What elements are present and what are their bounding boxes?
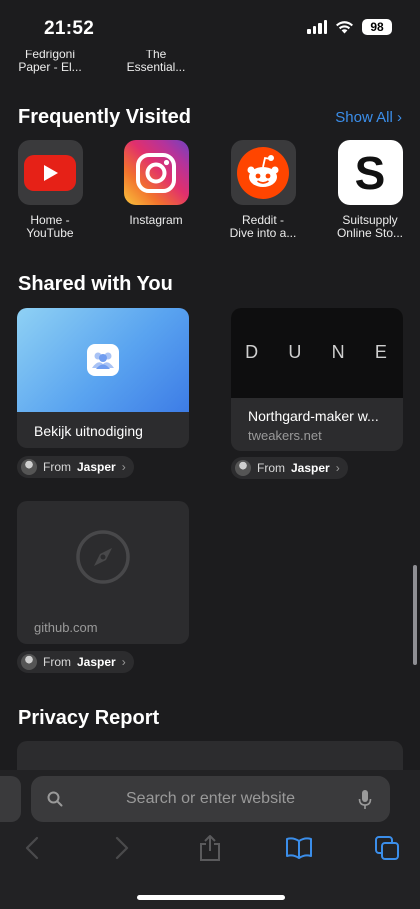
dune-letter: D: [245, 342, 261, 362]
frequent-site-youtube[interactable]: Home - YouTube: [0, 140, 100, 240]
bookmark-item-line2: Paper - El...: [18, 60, 82, 74]
from-label: From: [43, 655, 71, 669]
tabs-icon: [375, 836, 399, 860]
shared-card-title: Bekijk uitnodiging: [34, 423, 143, 439]
frequent-site-label: Instagram: [129, 213, 183, 227]
bookmark-item[interactable]: Fedrigoni Paper - El...: [0, 50, 100, 74]
frequently-visited-title: Frequently Visited: [18, 106, 192, 128]
share-button[interactable]: [190, 832, 230, 864]
frequent-site-label: Dive into a...: [229, 226, 297, 240]
privacy-report-card[interactable]: [17, 741, 403, 770]
shared-card-title: github.com: [34, 620, 98, 635]
share-icon: [200, 835, 220, 861]
home-indicator: [137, 895, 285, 900]
privacy-report-title: Privacy Report: [18, 707, 160, 729]
status-icons: 98: [307, 19, 392, 35]
search-icon: [47, 791, 63, 807]
from-contact-pill[interactable]: From Jasper ›: [231, 457, 348, 479]
suitsupply-logo-letter: S: [354, 146, 386, 199]
chevron-right-icon: ›: [335, 461, 340, 475]
compass-icon: [75, 529, 131, 590]
start-page-scroll[interactable]: Fedrigoni Paper - El... The Essential...…: [0, 50, 420, 770]
shared-card-subtitle: tweakers.net: [248, 428, 322, 443]
avatar: [235, 460, 251, 476]
chevron-left-icon: [25, 836, 39, 860]
suitsupply-icon: S: [337, 140, 403, 205]
shared-card-github[interactable]: github.com: [17, 501, 189, 644]
cellular-signal-icon: [307, 20, 327, 34]
bookmark-item-line2: Essential...: [126, 60, 186, 74]
from-contact-pill[interactable]: From Jasper ›: [17, 456, 134, 478]
tabs-button[interactable]: [367, 832, 407, 864]
chevron-right-icon: ›: [397, 109, 402, 126]
dune-letter: E: [374, 342, 389, 362]
dune-banner: D U N E: [231, 308, 403, 398]
shared-card-invitation[interactable]: Bekijk uitnodiging: [17, 308, 189, 448]
scroll-indicator[interactable]: [413, 565, 417, 665]
from-label: From: [257, 461, 285, 475]
previous-tab-preview[interactable]: [0, 776, 21, 822]
frequent-site-label: YouTube: [26, 226, 74, 240]
dune-letter: U: [288, 342, 304, 362]
battery-indicator: 98: [362, 19, 392, 35]
previous-section-row: Fedrigoni Paper - El... The Essential...: [0, 50, 420, 74]
youtube-icon: [17, 140, 83, 205]
shared-card-tweakers[interactable]: D U N E Northgard-maker w... tweakers.ne…: [231, 308, 403, 451]
from-name: Jasper: [291, 461, 330, 475]
show-all-label: Show All: [335, 109, 393, 126]
reddit-icon: [230, 140, 296, 205]
chevron-right-icon: [115, 836, 129, 860]
frequent-site-reddit[interactable]: Reddit - Dive into a...: [213, 140, 313, 240]
from-name: Jasper: [77, 460, 116, 474]
show-all-link[interactable]: Show All ›: [335, 109, 402, 126]
status-bar: 21:52 98: [0, 0, 420, 50]
status-time: 21:52: [44, 18, 95, 39]
chevron-right-icon: ›: [121, 655, 126, 669]
frequent-site-label: Online Sto...: [336, 226, 404, 240]
from-name: Jasper: [77, 655, 116, 669]
search-input[interactable]: [80, 790, 341, 808]
avatar: [21, 459, 37, 475]
book-icon: [286, 837, 312, 859]
dune-wordmark: D U N E: [231, 342, 403, 363]
frequent-site-instagram[interactable]: Instagram: [106, 140, 206, 227]
people-icon: [87, 344, 119, 376]
chevron-right-icon: ›: [121, 460, 126, 474]
avatar: [21, 654, 37, 670]
microphone-icon[interactable]: [358, 789, 372, 811]
bookmarks-button[interactable]: [279, 832, 319, 864]
shared-card-title: Northgard-maker w...: [248, 408, 379, 424]
back-button[interactable]: [12, 832, 52, 864]
wifi-icon: [336, 21, 353, 34]
forward-button[interactable]: [102, 832, 142, 864]
instagram-icon: [123, 140, 189, 205]
from-contact-pill[interactable]: From Jasper ›: [17, 651, 134, 673]
address-bar[interactable]: [31, 776, 390, 822]
dune-letter: N: [331, 342, 347, 362]
shared-with-you-title: Shared with You: [18, 273, 173, 295]
bookmark-item[interactable]: The Essential...: [106, 50, 206, 74]
frequent-site-suitsupply[interactable]: S Suitsupply Online Sto...: [320, 140, 420, 240]
bottom-toolbar: [0, 770, 420, 909]
from-label: From: [43, 460, 71, 474]
invitation-banner: [17, 308, 189, 412]
